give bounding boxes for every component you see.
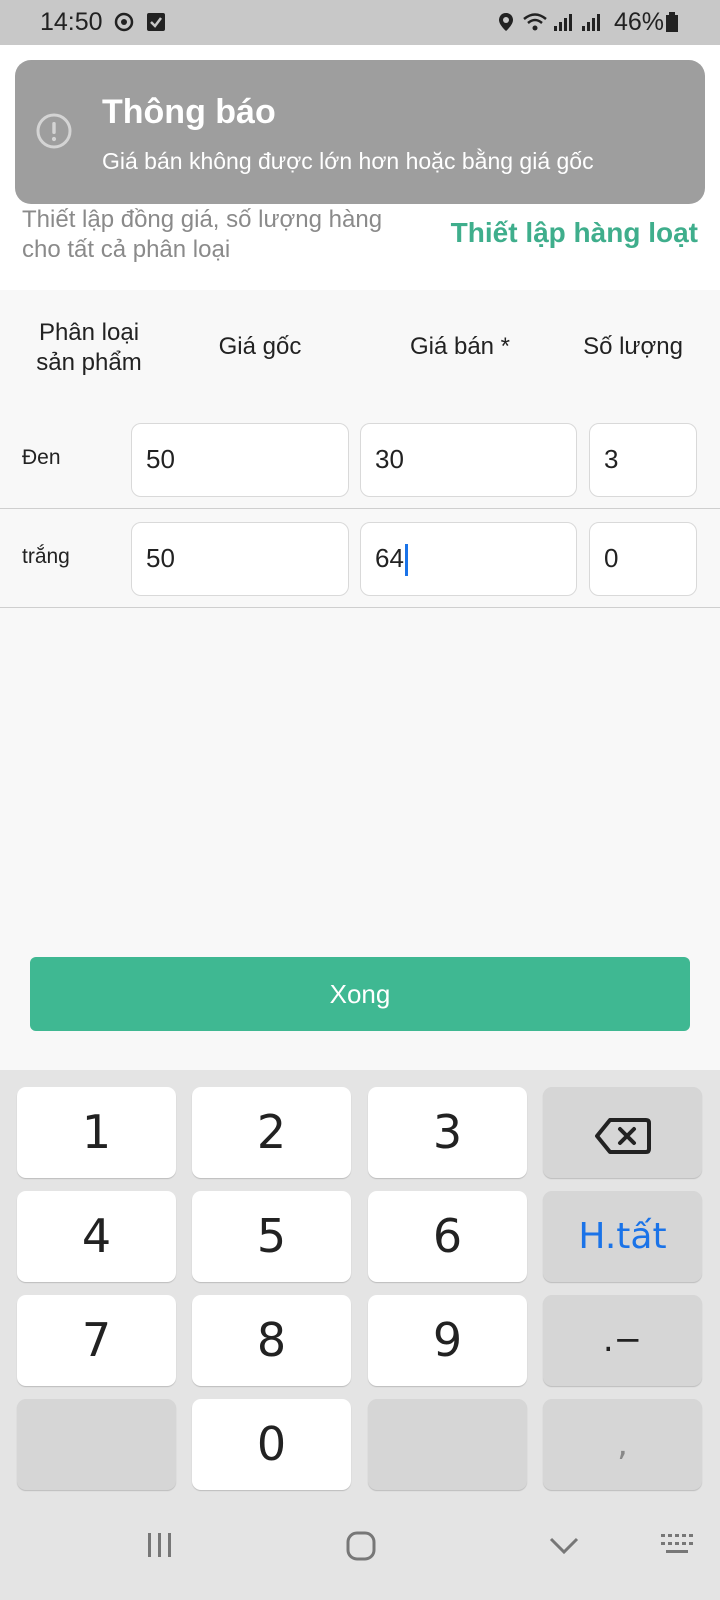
variant-name: trắng [22, 545, 70, 568]
key-8[interactable]: 8 [192, 1295, 351, 1386]
backspace-icon [594, 1117, 651, 1154]
backspace-key[interactable] [543, 1087, 702, 1178]
battery-icon [666, 12, 678, 32]
header-variant: Phân loại sản phẩm [24, 318, 154, 378]
checkbox-notification-icon [147, 13, 165, 31]
battery-level: 46% [614, 8, 665, 36]
alert-circle-icon [36, 113, 72, 149]
table-header: Phân loại sản phẩm Giá gốc Giá bán * Số … [0, 318, 720, 380]
table-row: Đen 50 30 3 [0, 409, 720, 509]
header-quantity: Số lượng [583, 333, 683, 360]
original-price-input[interactable]: 50 [131, 522, 349, 596]
key-7[interactable]: 7 [17, 1295, 176, 1386]
keyboard-icon[interactable] [658, 1530, 696, 1560]
signal-icon-2 [582, 14, 600, 31]
sale-price-value: 64 [375, 543, 404, 573]
header-sale-price: Giá bán * [409, 333, 511, 360]
status-time: 14:50 [40, 8, 103, 36]
comma-key[interactable]: , [543, 1399, 702, 1490]
sale-price-input-focused[interactable]: 64 [360, 522, 577, 596]
key-2[interactable]: 2 [192, 1087, 351, 1178]
bulk-setup-description: Thiết lập đồng giá, số lượng hàng cho tấ… [22, 206, 383, 263]
status-bar: 14:50 46% [0, 0, 720, 45]
toast-title: Thông báo [102, 93, 276, 131]
quantity-input[interactable]: 0 [589, 522, 697, 596]
key-9[interactable]: 9 [368, 1295, 527, 1386]
done-button[interactable]: Xong [30, 957, 690, 1031]
table-row: trắng 50 64 0 [0, 508, 720, 608]
text-cursor [404, 544, 408, 577]
dot-minus-key[interactable]: .− [543, 1295, 702, 1386]
key-5[interactable]: 5 [192, 1191, 351, 1282]
empty-key [17, 1399, 176, 1490]
header-variant-line1: Phân loại [38, 319, 140, 346]
key-1[interactable]: 1 [17, 1087, 176, 1178]
location-icon [499, 13, 513, 31]
home-icon[interactable] [345, 1530, 377, 1562]
empty-key [368, 1399, 527, 1490]
sale-price-input[interactable]: 30 [360, 423, 577, 497]
wifi-icon [523, 13, 547, 31]
done-key[interactable]: H.tất [543, 1191, 702, 1282]
header-variant-line2: sản phẩm [36, 349, 142, 376]
toast-notification: Thông báo Giá bán không được lớn hơn hoặ… [15, 60, 705, 204]
header-original-price: Giá gốc [218, 333, 302, 360]
key-6[interactable]: 6 [368, 1191, 527, 1282]
toast-message: Giá bán không được lớn hơn hoặc bằng giá… [102, 148, 594, 174]
bulk-setup-link[interactable]: Thiết lập hàng loạt [451, 217, 698, 249]
key-3[interactable]: 3 [368, 1087, 527, 1178]
recents-icon[interactable] [145, 1530, 175, 1560]
original-price-input[interactable]: 50 [131, 423, 349, 497]
quantity-input[interactable]: 3 [589, 423, 697, 497]
variant-name: Đen [22, 446, 61, 469]
sync-icon [114, 12, 134, 32]
key-0[interactable]: 0 [192, 1399, 351, 1490]
key-4[interactable]: 4 [17, 1191, 176, 1282]
back-chevron-down-icon[interactable] [548, 1530, 580, 1560]
signal-icon [554, 14, 572, 31]
